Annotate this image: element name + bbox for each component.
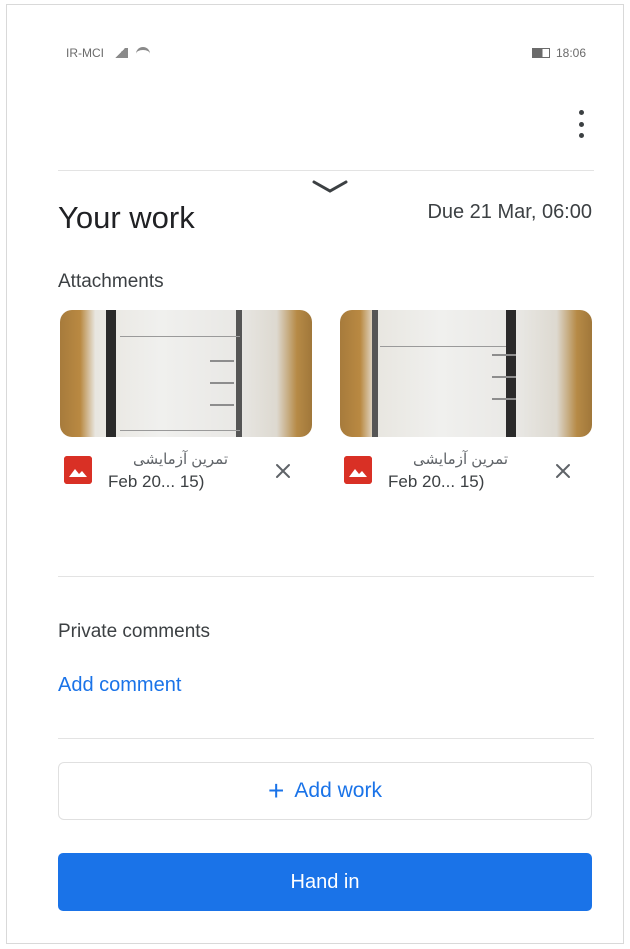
attachments-label: Attachments [58, 271, 164, 292]
more-vert-icon[interactable] [574, 110, 588, 138]
photo-detail [372, 310, 378, 437]
photo-detail [106, 310, 116, 437]
image-file-icon [64, 456, 92, 484]
attachment-name: تمرین آزمایشی [413, 451, 508, 468]
dot [578, 110, 584, 115]
private-comments-label: Private comments [58, 621, 211, 642]
dot [578, 121, 584, 127]
status-time: 18:06 [555, 46, 586, 60]
attachment-thumbnail[interactable] [60, 310, 312, 437]
chevron-down-icon[interactable] [310, 178, 350, 196]
image-file-icon [344, 456, 372, 484]
status-bar: IR-MCI 18:06 [66, 46, 586, 66]
photo-detail [492, 376, 516, 378]
header-divider [58, 170, 594, 171]
photo-detail [236, 310, 242, 437]
add-work-button[interactable]: + Add work [58, 762, 592, 820]
photo-detail [120, 336, 240, 337]
photo-detail [492, 354, 516, 356]
photo-detail [492, 398, 516, 400]
section-divider [58, 738, 594, 739]
add-comment-link[interactable]: Add comment [58, 674, 181, 697]
photo-detail [210, 404, 234, 406]
close-icon[interactable] [552, 460, 574, 482]
hand-in-button[interactable]: Hand in [58, 853, 592, 911]
carrier-label: IR-MCI [66, 46, 104, 60]
plus-icon: + [268, 775, 285, 806]
photo-detail [506, 310, 516, 437]
add-work-label: Add work [294, 779, 382, 802]
your-work-title: Your work [58, 200, 195, 235]
attachment-item[interactable]: تمرین آزمایشی Feb 20... 15) [340, 450, 592, 498]
attachment-date: Feb 20... 15) [388, 472, 485, 491]
photo-detail [380, 346, 506, 347]
attachment-date: Feb 20... 15) [108, 472, 205, 491]
wifi-icon [136, 46, 150, 60]
status-right: 18:06 [531, 46, 586, 60]
due-date: Due 21 Mar, 06:00 [427, 201, 592, 223]
photo-detail [210, 360, 234, 362]
photo-detail [120, 430, 240, 431]
close-icon[interactable] [272, 460, 294, 482]
attachment-item[interactable]: تمرین آزمایشی Feb 20... 15) [60, 450, 312, 498]
dot [578, 133, 584, 138]
attachment-name: تمرین آزمایشی [133, 451, 228, 468]
hand-in-label: Hand in [290, 870, 360, 893]
section-divider [58, 576, 594, 577]
signal-icon [112, 48, 128, 58]
status-left: IR-MCI [66, 46, 150, 60]
battery-icon [531, 48, 550, 58]
photo-detail [210, 382, 234, 384]
attachment-thumbnail[interactable] [340, 310, 592, 437]
